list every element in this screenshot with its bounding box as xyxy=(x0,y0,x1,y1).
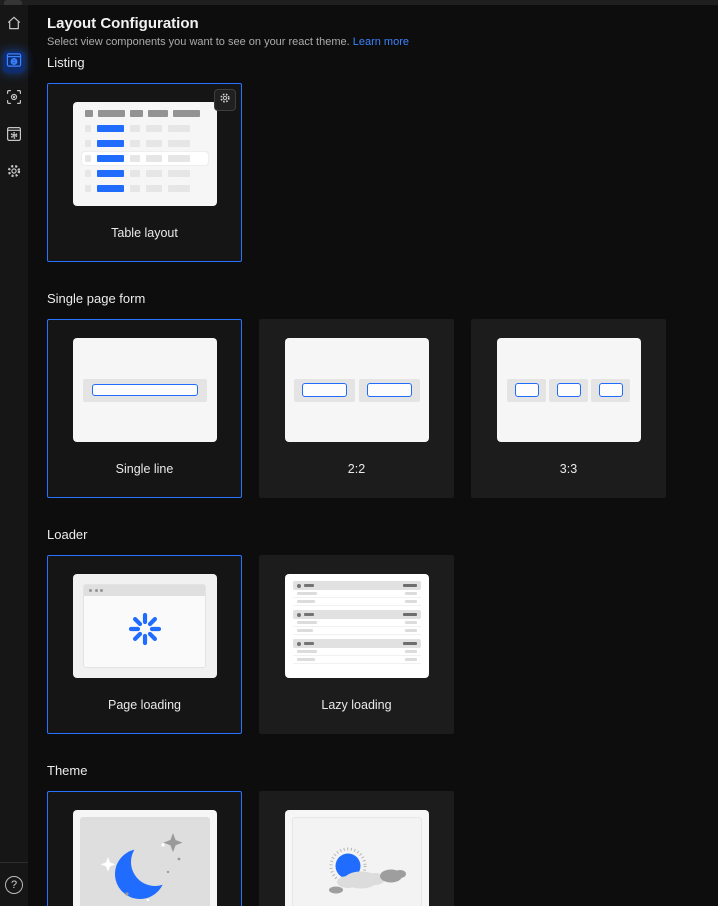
spinner-icon xyxy=(123,607,167,656)
sidebar-bottom: ? xyxy=(0,862,28,906)
section-label-listing: Listing xyxy=(47,55,85,70)
sidebar-item-layout-config[interactable] xyxy=(3,51,25,73)
card-theme-dark[interactable] xyxy=(47,791,242,906)
section-label-form: Single page form xyxy=(47,291,146,306)
scan-object-icon xyxy=(6,89,22,110)
section-label-theme: Theme xyxy=(47,763,88,778)
home-icon xyxy=(6,15,22,36)
card-settings-button[interactable] xyxy=(214,89,236,111)
dark-theme-illustration xyxy=(72,810,217,906)
top-tab xyxy=(4,0,22,5)
card-label: 3:3 xyxy=(559,462,578,476)
gear-icon xyxy=(219,91,231,109)
sun-clouds-icon xyxy=(293,847,421,906)
sidebar-item-window-settings[interactable] xyxy=(3,125,25,147)
card-3-3[interactable]: 3:3 xyxy=(471,319,666,498)
subtitle-text: Select view components you want to see o… xyxy=(47,36,350,48)
card-theme-light[interactable] xyxy=(259,791,454,906)
theme-card-row xyxy=(47,791,687,906)
card-label: Lazy loading xyxy=(321,698,392,712)
page-loading-illustration xyxy=(72,574,217,678)
card-lazy-loading[interactable]: Lazy loading xyxy=(259,555,454,734)
learn-more-link[interactable]: Learn more xyxy=(353,36,409,48)
card-2-2[interactable]: 2:2 xyxy=(259,319,454,498)
main-content: Layout Configuration Select view compone… xyxy=(47,0,687,906)
table-layout-illustration xyxy=(72,102,217,206)
page-subtitle: Select view components you want to see o… xyxy=(47,36,687,48)
light-theme-illustration xyxy=(284,810,429,906)
help-button[interactable]: ? xyxy=(5,876,23,894)
section-label-loader: Loader xyxy=(47,527,88,542)
form-card-row: Single line 2:2 3:3 xyxy=(47,319,687,498)
card-label: Table layout xyxy=(111,226,178,240)
card-table-layout[interactable]: Table layout xyxy=(47,83,242,262)
card-label: Page loading xyxy=(108,698,181,712)
sidebar-divider xyxy=(0,862,28,863)
three-column-illustration xyxy=(496,338,641,442)
settings-gear-icon xyxy=(6,163,22,184)
loader-card-row: Page loading Lazy loading xyxy=(47,555,687,734)
listing-card-row: Table layout xyxy=(47,83,687,262)
card-label: Single line xyxy=(115,462,174,476)
moon-stars-icon xyxy=(80,833,210,906)
lazy-loading-illustration xyxy=(284,574,429,678)
sidebar-item-scan[interactable] xyxy=(3,88,25,110)
sidebar-item-home[interactable] xyxy=(3,14,25,36)
help-icon: ? xyxy=(10,879,18,891)
card-single-line[interactable]: Single line xyxy=(47,319,242,498)
sidebar: ? xyxy=(0,5,28,906)
card-label: 2:2 xyxy=(347,462,366,476)
window-settings-icon xyxy=(6,126,22,147)
two-column-illustration xyxy=(284,338,429,442)
layout-config-icon xyxy=(6,52,22,73)
top-strip xyxy=(0,0,718,5)
card-page-loading[interactable]: Page loading xyxy=(47,555,242,734)
page-title: Layout Configuration xyxy=(47,15,199,32)
sidebar-item-settings[interactable] xyxy=(3,162,25,184)
single-line-illustration xyxy=(72,338,217,442)
